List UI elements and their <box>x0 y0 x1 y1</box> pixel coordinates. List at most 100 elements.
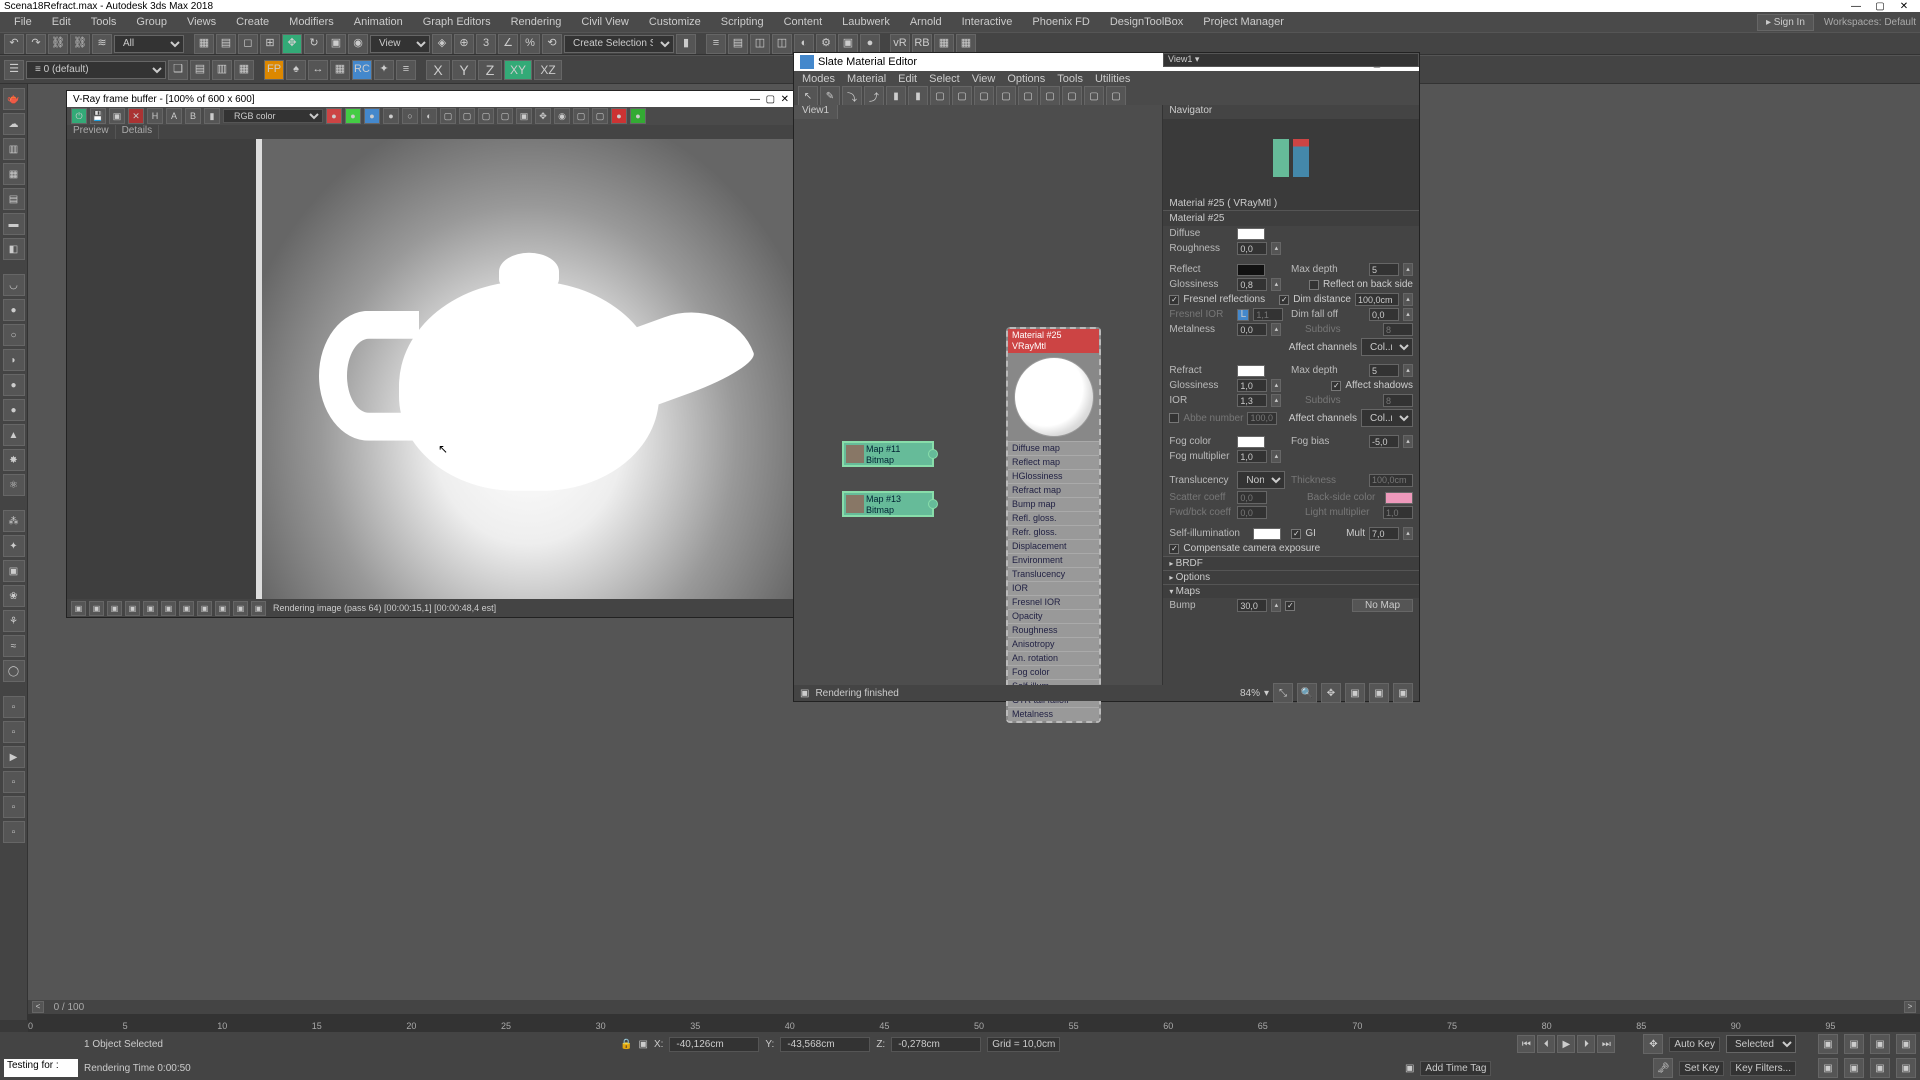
slot-bump[interactable]: Bump map <box>1008 497 1099 511</box>
sme-menu-utilities[interactable]: Utilities <box>1095 73 1130 85</box>
small3-icon[interactable]: ▫ <box>3 771 25 793</box>
vfb-channel-select[interactable]: RGB color <box>223 109 323 123</box>
align-icon[interactable]: ≡ <box>706 34 726 54</box>
vfb-sb1-icon[interactable]: ▣ <box>71 601 86 616</box>
vfb-power-icon[interactable]: ⏻ <box>71 108 87 124</box>
mirror-icon[interactable]: ▮ <box>676 34 696 54</box>
render-icon[interactable]: ● <box>860 34 880 54</box>
menu-group[interactable]: Group <box>126 14 177 30</box>
signin-button[interactable]: ▸ Sign In <box>1757 14 1814 31</box>
select-name-icon[interactable]: ▤ <box>216 34 236 54</box>
vfb-stop-icon[interactable]: ● <box>611 108 627 124</box>
sme-menu-options[interactable]: Options <box>1007 73 1045 85</box>
vfb-image[interactable] <box>262 139 795 599</box>
rotate-icon[interactable]: ↻ <box>304 34 324 54</box>
slot-translucency[interactable]: Translucency <box>1008 567 1099 581</box>
gi-check[interactable] <box>1291 529 1301 539</box>
menu-designtoolbox[interactable]: DesignToolBox <box>1100 14 1193 30</box>
vfb-f7-icon[interactable]: ▢ <box>592 108 608 124</box>
sme-menu-select[interactable]: Select <box>929 73 960 85</box>
vfb-sb9-icon[interactable]: ▣ <box>215 601 230 616</box>
sme-t4-icon[interactable]: ▢ <box>996 86 1016 106</box>
sphere1-icon[interactable]: ● <box>3 299 25 321</box>
dimdist-spinner[interactable] <box>1355 293 1399 306</box>
vfb-h-icon[interactable]: H <box>147 108 163 124</box>
key-mode-select[interactable]: Selected <box>1726 1035 1796 1053</box>
menu-file[interactable]: File <box>4 14 42 30</box>
prev-frame-icon[interactable]: ⏴ <box>1537 1035 1555 1053</box>
small5-icon[interactable]: ▫ <box>3 821 25 843</box>
dimdist-check[interactable] <box>1279 295 1289 305</box>
vfb-f1-icon[interactable]: ▢ <box>440 108 456 124</box>
curve-editor-icon[interactable]: ◫ <box>750 34 770 54</box>
nav6-icon[interactable]: ▣ <box>1844 1058 1864 1078</box>
move-icon[interactable]: ✥ <box>282 34 302 54</box>
grass-icon[interactable]: ⚘ <box>3 610 25 632</box>
snap-toggle-icon[interactable]: 3 <box>476 34 496 54</box>
sme-zoom4-icon[interactable]: ▣ <box>1345 683 1365 703</box>
slot-fogcolor[interactable]: Fog color <box>1008 665 1099 679</box>
vr-icon[interactable]: vR <box>890 34 910 54</box>
pivot-icon[interactable]: ◈ <box>432 34 452 54</box>
material-editor-icon[interactable]: ◐ <box>794 34 814 54</box>
vfb-mono-icon[interactable]: ○ <box>402 108 418 124</box>
vfb-sb8-icon[interactable]: ▣ <box>197 601 212 616</box>
sme-t5-icon[interactable]: ▢ <box>1062 86 1082 106</box>
rollout-options[interactable]: Options <box>1163 570 1419 584</box>
small2-icon[interactable]: ▫ <box>3 721 25 743</box>
grid-icon[interactable]: ▦ <box>934 34 954 54</box>
vfb-sb7-icon[interactable]: ▣ <box>179 601 194 616</box>
menu-projectmanager[interactable]: Project Manager <box>1193 14 1294 30</box>
next-frame-icon[interactable]: ⏵ <box>1577 1035 1595 1053</box>
menu-rendering[interactable]: Rendering <box>501 14 572 30</box>
sme-view-select[interactable]: View1 ▾ <box>1163 53 1419 67</box>
navigator-body[interactable] <box>1163 119 1419 197</box>
coord-mode-icon[interactable]: ▣ <box>639 1039 648 1050</box>
sme-pencil-icon[interactable]: ✎ <box>820 86 840 106</box>
setkey-icon[interactable]: 🗝 <box>1653 1058 1673 1078</box>
vfb-a2-icon[interactable]: ● <box>383 108 399 124</box>
key-mode-icon[interactable]: ✥ <box>1643 1034 1663 1054</box>
fog-swatch[interactable] <box>1237 436 1265 448</box>
roughness-spinner[interactable] <box>1237 242 1267 255</box>
sme-menu-view[interactable]: View <box>972 73 996 85</box>
menu-civilview[interactable]: Civil View <box>571 14 638 30</box>
menu-edit[interactable]: Edit <box>42 14 81 30</box>
play-left-icon[interactable]: ▶ <box>3 746 25 768</box>
flower-icon[interactable]: ❀ <box>3 585 25 607</box>
vfb-levels-icon[interactable]: ▮ <box>204 108 220 124</box>
slot-opacity[interactable]: Opacity <box>1008 609 1099 623</box>
map-node-11[interactable]: Map #11Bitmap <box>842 441 934 467</box>
sme-zoom1-icon[interactable]: ⤡ <box>1273 683 1293 703</box>
coord-x[interactable]: -40,126cm <box>669 1037 759 1052</box>
sme-menu-edit[interactable]: Edit <box>898 73 917 85</box>
coord-z[interactable]: -0,278cm <box>891 1037 981 1052</box>
cloud-icon[interactable]: ☁ <box>3 113 25 135</box>
menu-phoenixfd[interactable]: Phoenix FD <box>1022 14 1099 30</box>
sme-zoom2-icon[interactable]: 🔍 <box>1297 683 1317 703</box>
star-icon[interactable]: ✸ <box>3 449 25 471</box>
tree-icon[interactable]: ♠ <box>286 60 306 80</box>
filter-select[interactable]: All <box>114 35 184 53</box>
render-setup-icon[interactable]: ⚙ <box>816 34 836 54</box>
backside-check[interactable] <box>1309 280 1319 290</box>
particles-icon[interactable]: ⁂ <box>3 510 25 532</box>
vfb-f5-icon[interactable]: ◉ <box>554 108 570 124</box>
vfb-a-icon[interactable]: A <box>166 108 182 124</box>
menu-animation[interactable]: Animation <box>344 14 413 30</box>
nav5-icon[interactable]: ▣ <box>1818 1058 1838 1078</box>
splash-icon[interactable]: ◯ <box>3 660 25 682</box>
maxscript-listener[interactable]: Testing for : <box>4 1059 78 1077</box>
camera-icon[interactable]: ▣ <box>3 560 25 582</box>
fresnel-lock-icon[interactable]: L <box>1237 309 1249 321</box>
nav7-icon[interactable]: ▣ <box>1870 1058 1890 1078</box>
diffuse-swatch[interactable] <box>1237 228 1265 240</box>
menu-customize[interactable]: Customize <box>639 14 711 30</box>
vfb-region-icon[interactable]: ▣ <box>516 108 532 124</box>
select-object-icon[interactable]: ▦ <box>194 34 214 54</box>
slot-diffuse[interactable]: Diffuse map <box>1008 441 1099 455</box>
slot-anrotation[interactable]: An. rotation <box>1008 651 1099 665</box>
vfb-f6-icon[interactable]: ▢ <box>573 108 589 124</box>
reflect-swatch[interactable] <box>1237 264 1265 276</box>
sme-t7-icon[interactable]: ▢ <box>1106 86 1126 106</box>
